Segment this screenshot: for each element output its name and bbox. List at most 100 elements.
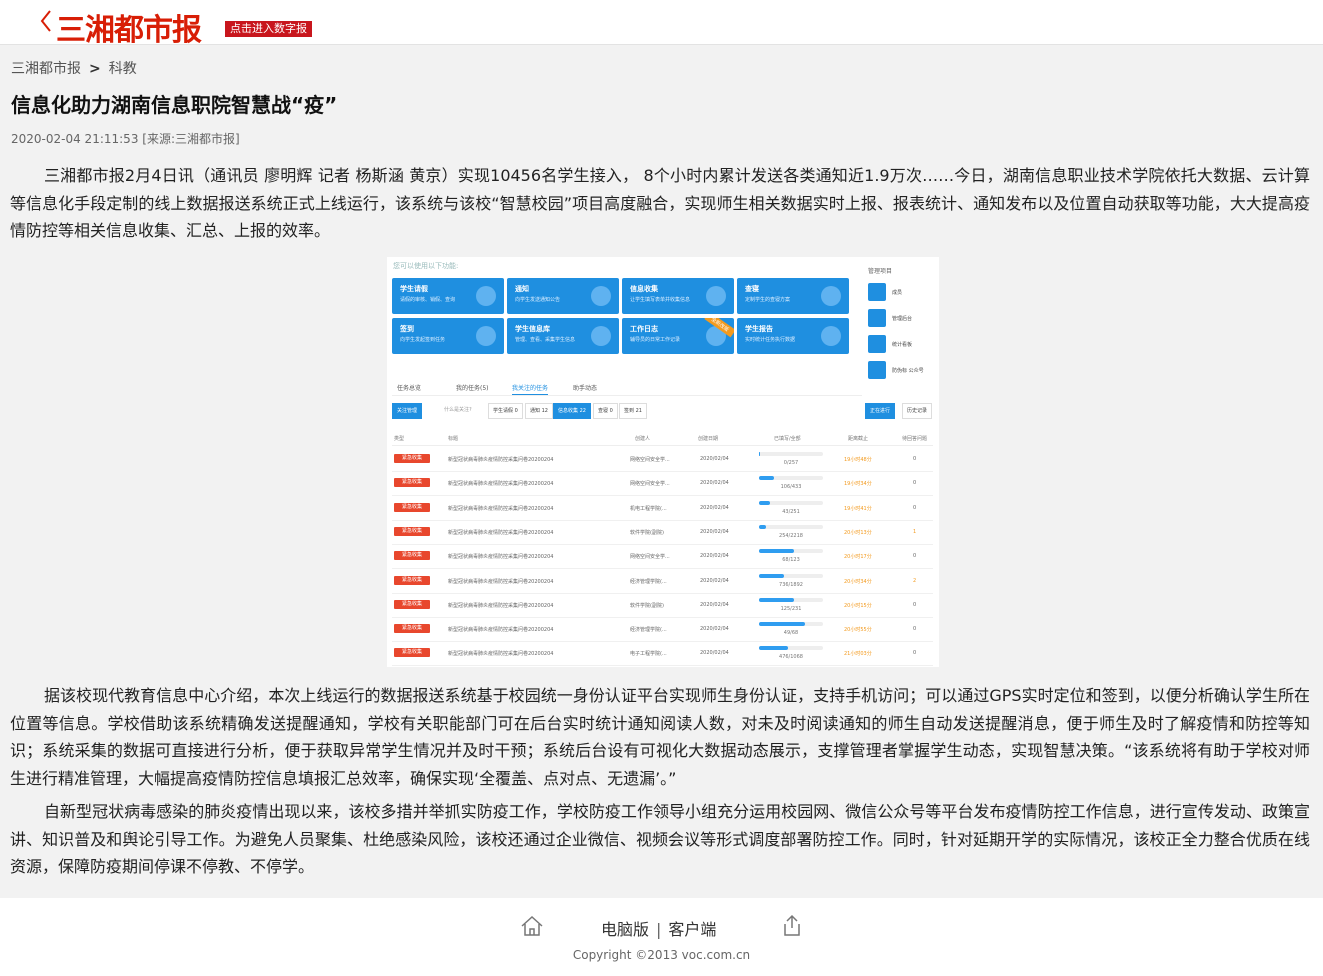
row-title: 新型冠状病毒肺炎疫情防控采集问卷20200204 — [448, 627, 554, 634]
article-image-system-screenshot: 您可以使用以下功能: 学生请假 请假的审核、销假、查询 通知 向学生发送通知公告 信… — [387, 257, 939, 667]
task-tab: 我的任务(5) — [456, 385, 489, 392]
filter-chip: 查寝 0 — [593, 403, 618, 419]
feature-card: 学生报告 实时统计任务执行数据 — [737, 318, 849, 354]
digital-edition-link[interactable]: 点击进入数字报 — [225, 21, 312, 37]
table-row: 紧急收集 新型冠状病毒肺炎疫情防控采集问卷20200204 软件学院(副院) 2020… — [392, 593, 933, 618]
filter-chip-active: 信息收集 22 — [553, 403, 591, 419]
row-deadline: 19小时41分 — [844, 505, 872, 512]
article-meta: 2020-02-04 21:11:53 [来源:三湘都市报] — [11, 132, 240, 146]
breadcrumb-separator: > — [89, 61, 101, 77]
row-count: 106/433 — [780, 484, 802, 491]
feature-card: 学生信息库 管理、查看、采集学生信息 — [507, 318, 619, 354]
row-count: 68/123 — [782, 557, 800, 564]
column-header: 已填写/全部 — [774, 436, 801, 442]
row-creator: 电子工程学院(... — [630, 651, 667, 658]
table-row: 紧急收集 新型冠状病毒肺炎疫情防控采集问卷20200204 网络空间安全学... 20… — [392, 544, 933, 570]
row-pending: 0 — [913, 626, 917, 633]
row-title: 新型冠状病毒肺炎疫情防控采集问卷20200204 — [448, 481, 554, 488]
row-creator: 经济管理学院(... — [630, 627, 667, 634]
row-pending: 0 — [913, 553, 917, 560]
row-count: 254/2218 — [779, 532, 803, 539]
row-pending: 0 — [913, 504, 917, 511]
urgent-tag: 紧急收集 — [394, 454, 430, 463]
breadcrumb-section-link[interactable]: 科教 — [109, 61, 137, 77]
progress-bar — [759, 549, 823, 554]
feature-card-sub: 请假的审核、销假、查询 — [400, 297, 456, 303]
feature-card-title: 学生报告 — [745, 325, 773, 333]
feature-card-sub: 辅导员的日常工作记录 — [630, 337, 681, 343]
members-icon — [868, 283, 886, 301]
progress-bar — [759, 452, 823, 456]
side-item-label: 统计看板 — [892, 342, 913, 348]
history-button: 历史记录 — [902, 403, 933, 419]
urgent-tag: 紧急收集 — [394, 599, 430, 609]
feature-card: 信息收集让学生填写表单并收集信息 — [622, 278, 734, 314]
row-pending: 0 — [913, 456, 917, 462]
row-count: 49/68 — [783, 630, 799, 637]
share-icon[interactable] — [781, 913, 803, 937]
feature-card-sub: 管理、查看、采集学生信息 — [515, 337, 576, 343]
table-row: 紧急收集 新型冠状病毒肺炎疫情防控采集问卷20200204 网络空间安全学... 20… — [392, 447, 933, 472]
column-header: 距离截止 — [848, 436, 869, 442]
row-title: 新型冠状病毒肺炎疫情防控采集问卷20200204 — [448, 505, 554, 512]
site-header: 三湘都市报 点击进入数字报 — [0, 0, 1323, 48]
side-item: 统计看板 — [868, 335, 938, 353]
task-tab-active: 我关注的任务 — [512, 383, 549, 395]
row-creator: 经济管理学院(... — [630, 578, 667, 585]
feature-card-sub: 向学生发送通知公告 — [515, 297, 561, 303]
feature-card-sub: 让学生填写表单并收集信息 — [630, 297, 691, 303]
row-count: 0/257 — [783, 460, 799, 466]
row-date: 2020/02/04 — [700, 456, 729, 462]
progress-fill — [759, 646, 788, 651]
row-date: 2020/02/04 — [700, 650, 729, 657]
table-header: 类型 标题 创建人 创建日期 已填写/全部 距离截止 待回答问题 — [392, 431, 933, 446]
feature-icon — [476, 286, 496, 306]
feature-card-title: 信息收集 — [630, 285, 658, 293]
article-paragraph: 三湘都市报2月4日讯（通讯员 廖明辉 记者 杨斯涵 黄京）实现10456名学生接… — [10, 166, 1310, 240]
progress-fill — [759, 476, 775, 481]
image-hint-text: 您可以使用以下功能: — [393, 262, 459, 270]
task-tab: 助手动态 — [573, 385, 598, 392]
feature-card-title: 工作日志 — [630, 325, 658, 333]
urgent-tag: 紧急收集 — [394, 551, 430, 561]
row-title: 新型冠状病毒肺炎疫情防控采集问卷20200204 — [448, 578, 554, 585]
feature-icon — [821, 326, 841, 346]
table-row: 紧急收集 新型冠状病毒肺炎疫情防控采集问卷20200204 软件学院(副院) 2020… — [392, 520, 933, 545]
row-creator: 网络空间安全学... — [630, 554, 670, 561]
urgent-tag: 紧急收集 — [394, 624, 430, 634]
task-tabs: 任务总览 我的任务(5) 我关注的任务 助手动态 — [392, 383, 862, 396]
feature-card: 签到 向学生发起签到任务 — [392, 318, 504, 354]
row-deadline: 20小时15分 — [844, 602, 872, 609]
progress-fill — [759, 452, 761, 456]
back-arrow-icon[interactable] — [38, 8, 56, 34]
urgent-tag: 紧急收集 — [394, 478, 430, 488]
desktop-version-link[interactable]: 电脑版 — [601, 920, 649, 939]
row-pending: 2 — [913, 577, 917, 584]
column-header: 创建日期 — [698, 436, 719, 442]
row-date: 2020/02/04 — [700, 480, 729, 487]
side-item-label: 防伪标 公众号 — [892, 368, 924, 374]
table-row: 紧急收集 新型冠状病毒肺炎疫情防控采集问卷20200204 网络空间安全学... 20… — [392, 471, 933, 497]
feature-icon — [591, 286, 611, 306]
row-pending: 1 — [913, 528, 917, 535]
progress-fill — [759, 549, 795, 554]
progress-bar — [759, 646, 823, 651]
row-creator: 机电工程学院(... — [630, 505, 667, 512]
row-date: 2020/02/04 — [700, 553, 729, 560]
row-creator: 软件学院(副院) — [630, 602, 664, 609]
side-item-label: 成员 — [892, 290, 903, 296]
breadcrumb: 三湘都市报 > 科教 — [11, 58, 137, 78]
progress-fill — [759, 573, 784, 578]
side-item: 管理后台 — [868, 309, 938, 327]
filter-chip: 签到 21 — [619, 403, 647, 419]
row-title: 新型冠状病毒肺炎疫情防控采集问卷20200204 — [448, 554, 554, 561]
feature-icon — [821, 286, 841, 306]
home-icon[interactable] — [520, 915, 544, 937]
site-logo[interactable]: 三湘都市报 — [56, 5, 202, 49]
client-link[interactable]: 客户端 — [668, 920, 716, 939]
side-item: 成员 — [868, 283, 938, 301]
progress-fill — [759, 622, 806, 627]
progress-bar — [759, 524, 823, 529]
footer-separator: | — [656, 920, 662, 939]
breadcrumb-home-link[interactable]: 三湘都市报 — [11, 61, 81, 77]
